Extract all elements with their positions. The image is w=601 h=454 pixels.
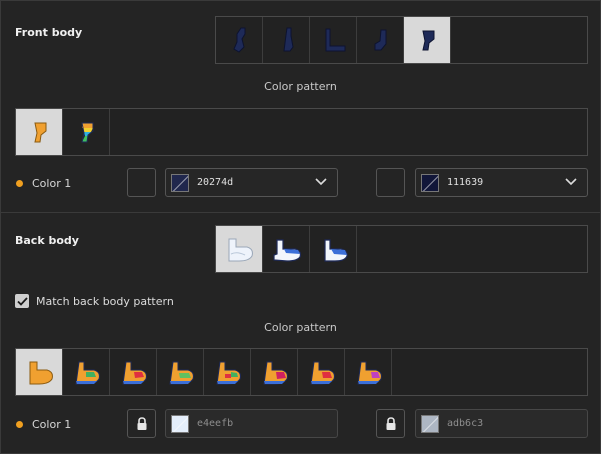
back-body-title: Back body [15, 234, 79, 247]
front-body-shape-5-icon [422, 30, 435, 51]
back-body-shape-1-icon [228, 238, 253, 262]
back-color1-text: Color 1 [32, 418, 72, 431]
back-pattern-5[interactable] [204, 349, 251, 395]
back-color-b-select[interactable]: adb6c3 [415, 409, 588, 438]
back-color1-label: Color 1 [16, 418, 71, 431]
back-color-a-hex: e4eefb [197, 418, 234, 429]
back-color-b-swatch [421, 414, 439, 433]
back-color-pattern-heading: Color pattern [264, 321, 337, 334]
front-pattern-solid-icon [34, 122, 47, 143]
back-pattern-4[interactable] [157, 349, 204, 395]
front-body-shape-2[interactable] [263, 17, 310, 63]
front-color-a-swatch [171, 173, 189, 192]
back-body-shape-row [215, 225, 588, 273]
front-body-shape-3-icon [325, 28, 346, 52]
back-pattern-6[interactable] [251, 349, 298, 395]
front-body-shape-4-icon [374, 29, 387, 51]
back-pattern-7[interactable] [298, 349, 345, 395]
front-body-shape-1-icon [233, 27, 246, 53]
back-body-shape-3[interactable] [310, 226, 357, 272]
back-color-a-lock-button[interactable] [127, 409, 156, 438]
back-body-shape-2[interactable] [263, 226, 310, 272]
front-color-a-toggle[interactable] [127, 168, 156, 197]
back-pattern-solid-icon [29, 361, 53, 385]
front-color1-text: Color 1 [32, 177, 72, 190]
back-body-shape-2-icon [273, 239, 302, 262]
back-pattern-8-icon [357, 361, 382, 385]
match-back-body-checkbox[interactable] [15, 294, 29, 308]
chevron-down-icon [565, 178, 577, 186]
back-pattern-row [15, 348, 588, 396]
front-color-b-toggle[interactable] [376, 168, 405, 197]
front-color-b-swatch [421, 173, 439, 192]
front-pattern-row [15, 108, 588, 156]
front-body-shape-1[interactable] [216, 17, 263, 63]
back-body-shape-3-icon [324, 239, 348, 262]
back-pattern-2[interactable] [63, 349, 110, 395]
lock-icon [386, 416, 395, 430]
back-pattern-2-icon [75, 361, 100, 385]
front-color-pattern-heading: Color pattern [264, 80, 337, 93]
front-body-shape-2-icon [283, 27, 294, 52]
color-indicator-dot [16, 421, 23, 428]
front-body-shape-5[interactable] [404, 17, 451, 63]
back-pattern-solid[interactable] [16, 349, 63, 395]
front-pattern-solid[interactable] [16, 109, 63, 155]
back-pattern-3[interactable] [110, 349, 157, 395]
lock-icon [137, 416, 146, 430]
front-body-shape-4[interactable] [357, 17, 404, 63]
front-color1-label: Color 1 [16, 177, 71, 190]
front-body-shape-3[interactable] [310, 17, 357, 63]
back-pattern-6-icon [263, 361, 288, 385]
front-pattern-rainbow-icon [81, 122, 94, 143]
front-color-b-hex: 111639 [447, 177, 484, 188]
front-color-b-select[interactable]: 111639 [415, 168, 588, 197]
back-color-b-lock-button[interactable] [376, 409, 405, 438]
match-back-body-label: Match back body pattern [36, 294, 174, 308]
back-pattern-5-icon [216, 361, 241, 385]
front-color-a-hex: 20274d [197, 177, 234, 188]
back-pattern-4-icon [169, 361, 194, 385]
back-color-b-hex: adb6c3 [447, 418, 484, 429]
section-divider [0, 212, 601, 213]
back-color-a-select[interactable]: e4eefb [165, 409, 338, 438]
front-body-title: Front body [15, 26, 83, 39]
front-color-a-select[interactable]: 20274d [165, 168, 338, 197]
back-pattern-8[interactable] [345, 349, 392, 395]
front-pattern-rainbow[interactable] [63, 109, 110, 155]
color-indicator-dot [16, 180, 23, 187]
checkmark-icon [16, 296, 28, 306]
chevron-down-icon [315, 178, 327, 186]
back-pattern-3-icon [122, 361, 147, 385]
back-body-shape-1[interactable] [216, 226, 263, 272]
back-pattern-7-icon [310, 361, 335, 385]
front-body-shape-row [215, 16, 588, 64]
back-color-a-swatch [171, 414, 189, 433]
match-back-body-checkbox-row[interactable]: Match back body pattern [15, 294, 174, 308]
